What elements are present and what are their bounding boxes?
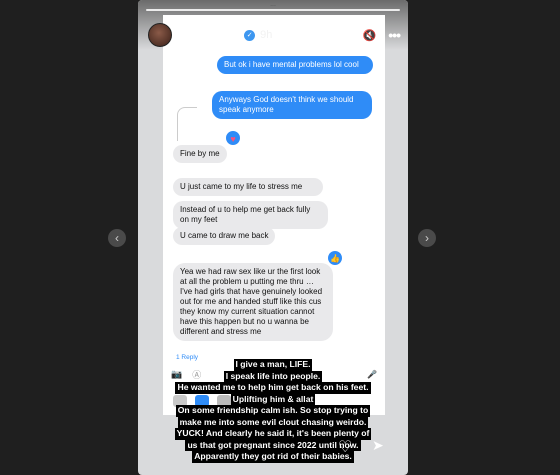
story-caption: I give a man, LIFE. I speak life into pe… bbox=[138, 354, 408, 463]
message-bubble-received: U just came to my life to stress me bbox=[173, 178, 323, 196]
story-header: ninatheelite ✓ 9h ▶ 🔇 ••• bbox=[148, 22, 401, 48]
like-heart-icon[interactable]: ♡ bbox=[338, 437, 352, 457]
next-story-arrow-icon[interactable]: › bbox=[418, 229, 436, 247]
more-options-icon[interactable]: ••• bbox=[388, 27, 401, 43]
message-bubble-received: Instead of u to help me get back fully o… bbox=[173, 201, 328, 229]
message-bubble-received: U came to draw me back bbox=[173, 227, 276, 245]
top-partial-text: ... bbox=[270, 1, 276, 8]
previous-story-arrow-icon[interactable]: ‹ bbox=[108, 229, 126, 247]
mute-icon[interactable]: 🔇 bbox=[363, 29, 377, 42]
play-icon[interactable]: ▶ bbox=[341, 28, 350, 42]
caption-line: Apparently they got rid of their babies. bbox=[192, 451, 354, 463]
story-viewer[interactable]: ... But ok i have mental problems lol co… bbox=[138, 0, 408, 475]
verified-badge-icon: ✓ bbox=[244, 29, 256, 41]
story-controls: ▶ 🔇 ••• bbox=[341, 27, 401, 43]
message-bubble-sent: Anyways God doesn't think we should spea… bbox=[212, 91, 372, 119]
reply-thread-line bbox=[177, 107, 197, 141]
message-bubble-received-long: Yea we had raw sex like ur the first loo… bbox=[173, 263, 333, 341]
send-paper-plane-icon[interactable]: ➤ bbox=[372, 437, 384, 454]
thumbs-up-reaction-icon: 👍 bbox=[327, 250, 343, 266]
username[interactable]: ninatheelite bbox=[179, 29, 240, 41]
story-timestamp: 9h bbox=[260, 29, 273, 41]
story-progress-bar bbox=[146, 9, 400, 11]
message-bubble-sent: But ok i have mental problems lol cool bbox=[217, 56, 373, 74]
message-bubble-received: Fine by me bbox=[173, 145, 227, 163]
heart-reaction-icon: ♥ bbox=[225, 130, 241, 146]
avatar[interactable] bbox=[148, 23, 172, 47]
